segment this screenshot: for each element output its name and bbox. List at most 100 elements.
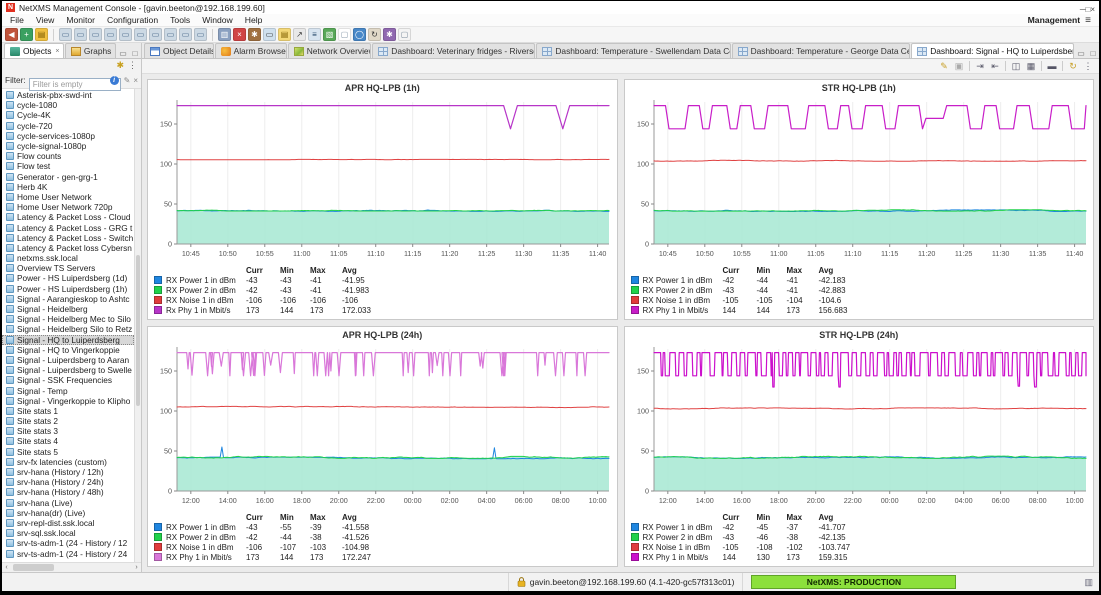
tab-close-icon[interactable]: × [55, 48, 59, 55]
tree-item[interactable]: Signal - HQ to Vingerkoppie [2, 345, 134, 355]
tab-graphs[interactable]: Graphs [65, 43, 116, 58]
tree-item[interactable]: Site stats 3 [2, 426, 134, 436]
menu-help[interactable]: Help [239, 15, 269, 25]
perspective-switcher[interactable]: Management ≡ [1028, 15, 1097, 26]
tree-item[interactable]: srv-ts-adm-1 (24 - History / 24 [2, 548, 134, 558]
delete-icon[interactable]: × [233, 28, 246, 41]
tree-item[interactable]: Latency & Packet loss Cybersn [2, 243, 134, 253]
tree-vertical-scrollbar[interactable] [134, 89, 141, 562]
tree-item[interactable]: srv-hana (History / 24h) [2, 477, 134, 487]
hscroll-left-arrow-icon[interactable]: ‹ [2, 564, 11, 571]
tree-item[interactable]: Signal - Heidelberg Silo to Retz [2, 324, 134, 334]
object-browser-icon[interactable]: + [20, 28, 33, 41]
fullscreen-icon[interactable]: ▬ [1045, 60, 1059, 73]
tree-item[interactable]: Signal - Aarangieskop to Ashtc [2, 294, 134, 304]
hscroll-track[interactable] [11, 563, 132, 572]
tree-item[interactable]: cycle-services-1080p [2, 131, 134, 141]
view-minimize-icon[interactable]: ▭ [117, 49, 129, 58]
view-minimize-icon[interactable]: ▭ [1075, 49, 1087, 58]
tree-item[interactable]: Signal - Heidelberg Mec to Silo [2, 314, 134, 324]
tree-item[interactable]: srv-ts-adm-1 (24 - History / 12 [2, 538, 134, 548]
tree-item[interactable]: netxms.ssk.local [2, 253, 134, 263]
tree-item[interactable]: srv-hana (Live) [2, 498, 134, 508]
monitor-search-icon[interactable]: ▭ [263, 28, 276, 41]
graph-view-9-icon[interactable]: ▭ [179, 28, 192, 41]
refresh-icon[interactable]: ↻ [1066, 60, 1080, 73]
tree-item[interactable]: srv-fx latencies (custom) [2, 457, 134, 467]
layout-icon[interactable]: ◫ [1009, 60, 1023, 73]
summary-chart-icon[interactable]: ▥ [218, 28, 231, 41]
tree-item[interactable]: Site stats 5 [2, 447, 134, 457]
tree-item[interactable]: Power - HS Luiperdsberg (1h) [2, 284, 134, 294]
tree-item[interactable]: Signal - Vingerkoppie to Klipho [2, 396, 134, 406]
menu-monitor[interactable]: Monitor [60, 15, 101, 25]
tree-item[interactable]: Latency & Packet Loss - Cloud [2, 212, 134, 222]
tree-item[interactable]: Signal - Temp [2, 385, 134, 395]
menu-tools[interactable]: Tools [164, 15, 196, 25]
history-icon[interactable]: ↻ [368, 28, 381, 41]
tree-item[interactable]: Overview TS Servers [2, 263, 134, 273]
tab-network-overview[interactable]: Network Overview [288, 43, 372, 58]
network-map-icon[interactable]: ▧ [323, 28, 336, 41]
tree-item[interactable]: srv-hana (History / 12h) [2, 467, 134, 477]
view-menu-kebab-icon[interactable]: ⋮ [1081, 60, 1095, 73]
tree-item[interactable]: Generator - gen-grg-1 [2, 172, 134, 182]
tree-item[interactable]: Home User Network [2, 192, 134, 202]
tree-item[interactable]: srv-hana(dr) (Live) [2, 508, 134, 518]
globe-icon[interactable]: ◯ [353, 28, 366, 41]
tab-dashboard-signal-hq-to-luiperdsberg[interactable]: Dashboard: Signal - HQ to Luiperdsberg× [911, 43, 1074, 58]
open-dashboard-icon[interactable]: ▤ [35, 28, 48, 41]
alarm-sound-icon[interactable]: ◀ [5, 28, 18, 41]
save-icon[interactable]: ▣ [952, 60, 966, 73]
help-doc-icon[interactable]: ▢ [398, 28, 411, 41]
tree-item[interactable]: Home User Network 720p [2, 202, 134, 212]
menu-view[interactable]: View [30, 15, 60, 25]
tree-item[interactable]: Latency & Packet Loss - Switch [2, 233, 134, 243]
tree-item[interactable]: Flow test [2, 161, 134, 171]
menu-file[interactable]: File [4, 15, 30, 25]
tree-item[interactable]: Cycle-4K [2, 110, 134, 120]
tab-alarm-browser[interactable]: Alarm Browser [215, 43, 287, 58]
tree-item[interactable]: Signal - Luiperdsberg to Swelle [2, 365, 134, 375]
tree-item[interactable]: cycle-signal-1080p [2, 141, 134, 151]
graph-view-7-icon[interactable]: ▭ [149, 28, 162, 41]
tree-item[interactable]: srv-hana (History / 48h) [2, 487, 134, 497]
tree-item[interactable]: Signal - SSK Frequencies [2, 375, 134, 385]
pin-left-icon[interactable]: ⇤ [988, 60, 1002, 73]
view-maximize-icon[interactable]: □ [129, 49, 141, 58]
tree-item[interactable]: srv-repl-dist.ssk.local [2, 518, 134, 528]
menu-window[interactable]: Window [196, 15, 239, 25]
pages-icon[interactable]: ▤ [278, 28, 291, 41]
tree-item[interactable]: Signal - Luiperdsberg to Aaran [2, 355, 134, 365]
filter-info-icon[interactable]: i [110, 76, 119, 85]
menu-configuration[interactable]: Configuration [101, 15, 164, 25]
pin-right-icon[interactable]: ⇥ [973, 60, 987, 73]
tree-item[interactable]: Flow counts [2, 151, 134, 161]
export-icon[interactable]: ↗ [293, 28, 306, 41]
tree-item[interactable]: Site stats 4 [2, 436, 134, 446]
tree-item[interactable]: cycle-1080 [2, 100, 134, 110]
hscroll-right-arrow-icon[interactable]: › [132, 564, 141, 571]
objects-settings-icon[interactable]: ✱ [116, 60, 124, 71]
tree-item[interactable]: Herb 4K [2, 182, 134, 192]
tab-object-details[interactable]: Object Details [144, 43, 214, 58]
chart-window-icon[interactable]: ▦ [1024, 60, 1038, 73]
tree-item[interactable]: Site stats 2 [2, 416, 134, 426]
config-icon[interactable]: ✱ [383, 28, 396, 41]
close-button[interactable]: × [1090, 5, 1095, 14]
graph-view-5-icon[interactable]: ▭ [119, 28, 132, 41]
tree-item[interactable]: Site stats 1 [2, 406, 134, 416]
tree-horizontal-scrollbar[interactable]: ‹ › [2, 562, 141, 572]
filter-edit-icon[interactable]: ✎ [124, 76, 131, 85]
graph-view-6-icon[interactable]: ▭ [134, 28, 147, 41]
graph-view-8-icon[interactable]: ▭ [164, 28, 177, 41]
new-page-icon[interactable]: ▢ [338, 28, 351, 41]
tab-dashboard-veterinary-fridges-riversdale[interactable]: Dashboard: Veterinary fridges - Riversda… [372, 43, 535, 58]
tree-item[interactable]: Signal - HQ to Luiperdsberg [2, 335, 134, 345]
tree-item[interactable]: Asterisk-pbx-swd-int [2, 90, 134, 100]
filter-clear-icon[interactable]: × [133, 76, 138, 85]
tools-icon[interactable]: ✱ [248, 28, 261, 41]
list-icon[interactable]: ≡ [308, 28, 321, 41]
graph-view-1-icon[interactable]: ▭ [59, 28, 72, 41]
tree-item[interactable]: Power - HS Luiperdsberg (1d) [2, 273, 134, 283]
